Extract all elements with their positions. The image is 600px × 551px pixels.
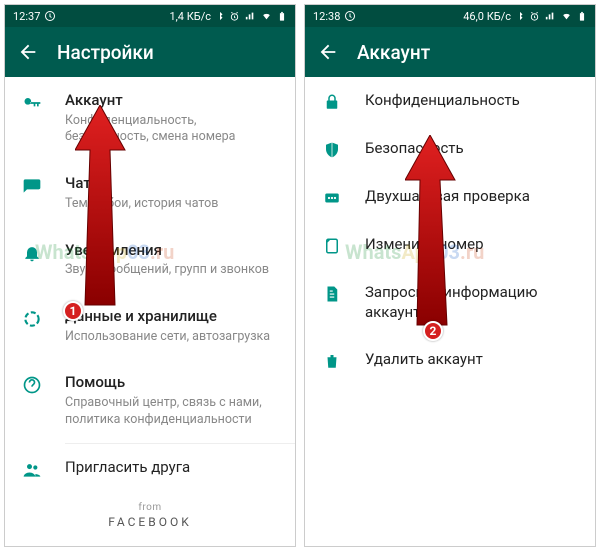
bluetooth-icon [215,10,225,22]
item-sub: Тема, обои, история чатов [65,196,279,213]
item-label: Безопасность [365,139,579,159]
trash-icon [321,352,343,370]
account-list: Конфиденциальность Безопасность Двухшаго… [305,77,595,546]
back-button[interactable] [317,41,339,63]
twostep-icon [321,189,343,207]
status-time: 12:37 [13,10,40,23]
item-invite[interactable]: Пригласить друга [5,444,295,494]
item-request-info[interactable]: Запросить информацию аккаунта [305,269,595,336]
item-two-step[interactable]: Двухшаговая проверка [305,173,595,221]
data-icon [21,309,43,329]
battery-icon [577,10,587,23]
item-delete-account[interactable]: Удалить аккаунт [305,336,595,384]
item-security[interactable]: Безопасность [305,125,595,173]
item-label: Изменить номер [365,235,579,255]
doc-icon [321,285,343,303]
item-privacy[interactable]: Конфиденциальность [305,77,595,125]
item-label: Аккаунт [65,91,279,111]
status-time: 12:38 [313,10,340,23]
item-change-number[interactable]: Изменить номер [305,221,595,269]
app-bar: Настройки [5,27,295,77]
item-label: Двухшаговая проверка [365,187,579,207]
item-label: Уведомления [65,241,279,261]
item-data[interactable]: Данные и хранилище Использование сети, а… [5,293,295,359]
help-icon [21,375,43,395]
lock-icon [321,93,343,111]
back-button[interactable] [17,41,39,63]
item-sub: Звуки сообщений, групп и звонков [65,262,279,279]
app-bar: Аккаунт [305,27,595,77]
status-vpn-icon [44,10,56,22]
wifi-icon [560,11,573,21]
item-label: Данные и хранилище [65,307,279,327]
status-bar: 12:37 1,4 КБ/с [5,5,295,27]
page-title: Настройки [57,41,154,64]
shield-icon [321,141,343,159]
alarm-icon [229,11,240,22]
page-title: Аккаунт [357,41,430,64]
screen-account: 12:38 46,0 КБ/с Аккаунт Конфиденциальнос… [304,4,596,547]
status-vpn-icon [344,10,356,22]
settings-list: Аккаунт Конфиденциальность, безопасность… [5,77,295,546]
from-label: from [5,494,295,515]
item-account[interactable]: Аккаунт Конфиденциальность, безопасность… [5,77,295,160]
item-sub: Справочный центр, связь с нами, политика… [65,395,279,429]
sim-icon [321,237,343,255]
item-chats[interactable]: Чаты Тема, обои, история чатов [5,160,295,226]
chat-icon [21,176,43,196]
item-notifications[interactable]: Уведомления Звуки сообщений, групп и зво… [5,227,295,293]
key-icon [21,93,43,113]
item-sub: Конфиденциальность, безопасность, смена … [65,113,279,147]
facebook-brand: FACEBOOK [5,515,295,539]
item-label: Удалить аккаунт [365,350,579,370]
item-label: Помощь [65,373,279,393]
battery-icon [277,10,287,23]
item-help[interactable]: Помощь Справочный центр, связь с нами, п… [5,359,295,442]
signal-icon [544,11,556,21]
screen-settings: 12:37 1,4 КБ/с Настройки Аккаунт Конфиде… [4,4,296,547]
status-speed: 1,4 КБ/с [169,10,211,23]
item-label: Чаты [65,174,279,194]
item-sub: Использование сети, автозагрузка [65,329,279,346]
status-bar: 12:38 46,0 КБ/с [305,5,595,27]
item-label: Пригласить друга [65,458,279,478]
people-icon [21,460,43,480]
signal-icon [244,11,256,21]
alarm-icon [529,11,540,22]
bluetooth-icon [515,10,525,22]
bell-icon [21,243,43,263]
item-label: Запросить информацию аккаунта [365,283,579,322]
wifi-icon [260,11,273,21]
status-speed: 46,0 КБ/с [463,10,511,23]
item-label: Конфиденциальность [365,91,579,111]
